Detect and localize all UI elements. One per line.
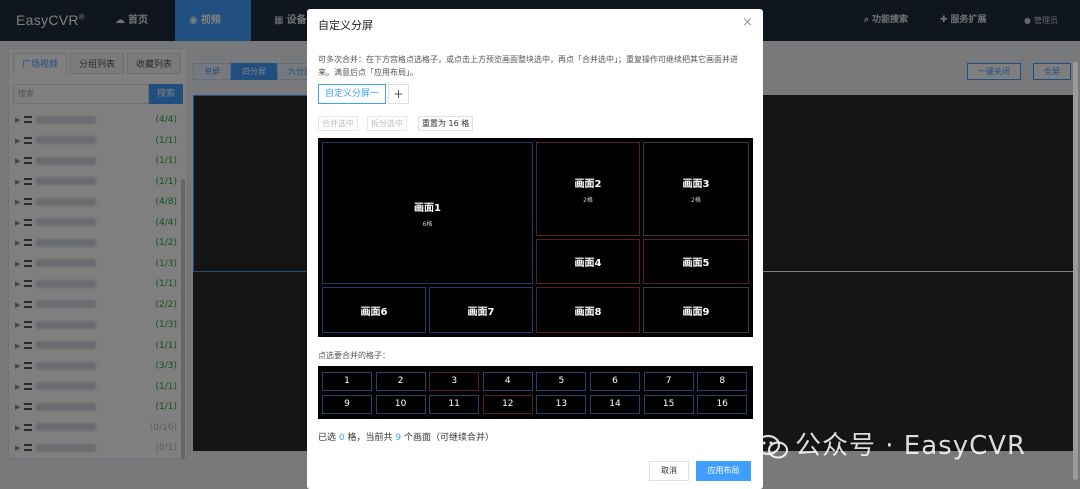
- grid-cell[interactable]: 10: [375, 395, 426, 414]
- preview-pane[interactable]: 画面2 2格: [536, 142, 640, 236]
- page-scrollbar[interactable]: [1073, 62, 1078, 480]
- grid-cell[interactable]: 3: [429, 372, 480, 391]
- preview-pane[interactable]: 画面5: [643, 239, 749, 284]
- grid-picker: 1 2 3 4 5 6 7 8 9 10 11 12 13 14 15 16: [318, 366, 753, 419]
- close-icon[interactable]: ×: [742, 15, 753, 30]
- preset-tab-custom-1[interactable]: 自定义分屏一: [318, 84, 387, 104]
- preview-pane[interactable]: 画面3 2格: [643, 142, 749, 236]
- grid-cell[interactable]: 16: [697, 395, 748, 414]
- grid-cell[interactable]: 1: [322, 372, 372, 391]
- picker-title: 点选要合并的格子：: [318, 351, 390, 360]
- custom-split-dialog: 自定义分屏 × 可多次合并：在下方宫格点选格子，或点击上方预览画面整块选中，再点…: [307, 9, 763, 489]
- grid-cell[interactable]: 5: [536, 372, 587, 391]
- apply-layout-button[interactable]: 应用布局: [696, 461, 751, 481]
- grid-cell[interactable]: 9: [322, 395, 372, 414]
- grid-cell[interactable]: 15: [643, 395, 694, 414]
- preview-pane[interactable]: 画面9: [643, 287, 749, 333]
- grid-cell[interactable]: 2: [375, 372, 426, 391]
- preview-pane[interactable]: 画面6: [322, 287, 426, 333]
- preview-pane[interactable]: 画面8: [536, 287, 640, 333]
- grid-cell[interactable]: 6: [590, 372, 640, 391]
- selection-status: 已选 0 格，当前共 9 个画面（可继续合并）: [318, 433, 494, 443]
- grid-cell[interactable]: 4: [482, 372, 533, 391]
- layout-preview: 画面1 6格 画面2 2格 画面3 2格 画面4 画面5 画面6 画面7 画面8 画面…: [318, 138, 753, 337]
- grid-cell[interactable]: 11: [429, 395, 480, 414]
- merge-selected-button[interactable]: 合并选中: [318, 116, 358, 131]
- preview-pane[interactable]: 画面1 6格: [322, 142, 533, 284]
- grid-cell[interactable]: 13: [536, 395, 587, 414]
- preview-pane[interactable]: 画面7: [429, 287, 533, 333]
- dialog-description: 可多次合并：在下方宫格点选格子，或点击上方预览画面整块选中，再点「合并选中」；重…: [318, 55, 738, 77]
- grid-cell[interactable]: 12: [482, 395, 533, 414]
- split-selected-button[interactable]: 拆分选中: [367, 116, 407, 131]
- reset-16-button[interactable]: 重置为 16 格: [418, 116, 474, 131]
- grid-cell[interactable]: 7: [643, 372, 694, 391]
- add-preset-button[interactable]: +: [388, 84, 409, 104]
- grid-cell[interactable]: 14: [590, 395, 640, 414]
- preview-pane[interactable]: 画面4: [536, 239, 640, 284]
- dialog-title: 自定义分屏: [318, 19, 373, 32]
- cancel-button[interactable]: 取消: [649, 461, 689, 481]
- watermark: 公众号 · EasyCVR: [755, 425, 1026, 462]
- grid-cell[interactable]: 8: [697, 372, 748, 391]
